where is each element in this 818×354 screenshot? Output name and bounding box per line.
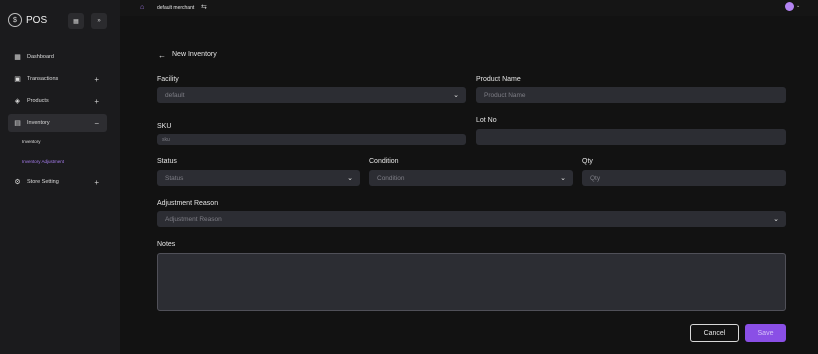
sidebar-item-transactions[interactable]: ▣ Transactions + [8,70,107,88]
collapse-icon[interactable]: − [94,119,99,128]
sku-label: SKU [157,123,172,130]
facility-value: default [165,91,185,99]
brand: $ POS [8,13,47,27]
status-select[interactable]: Status ⌄ [157,170,360,186]
avatar[interactable] [785,2,794,11]
chevron-down-icon: ⌄ [560,175,566,182]
adjustment-reason-select[interactable]: Adjustment Reason ⌄ [157,211,786,227]
transactions-icon: ▣ [14,75,21,83]
back-arrow-icon[interactable]: ← [158,51,166,60]
facility-label: Facility [157,76,179,83]
condition-label: Condition [369,158,399,165]
sidebar-item-label: Products [27,98,49,104]
page-title: New Inventory [172,51,217,58]
condition-select[interactable]: Condition ⌄ [369,170,573,186]
merchant-name[interactable]: default merchant [157,5,194,11]
save-button[interactable]: Save [745,324,786,342]
condition-placeholder: Condition [377,174,405,182]
product-name-placeholder: Product Name [484,91,526,99]
inventory-icon: ▤ [14,119,21,127]
adjustment-reason-label: Adjustment Reason [157,200,219,207]
switch-merchant-icon[interactable]: ⇆ [201,3,207,11]
chevron-down-icon: ⌄ [773,216,779,223]
facility-select[interactable]: default ⌄ [157,87,466,103]
top-bar: ⌂ default merchant ⇆ ⌄ [120,0,818,16]
status-label: Status [157,158,177,165]
sidebar: $ POS ▦ » ▦ Dashboard ▣ Transactions + ◈… [0,0,120,354]
gear-icon: ⚙ [14,178,21,186]
qty-input[interactable]: Qty [582,170,786,186]
home-icon[interactable]: ⌂ [140,4,144,11]
product-name-label: Product Name [476,76,521,83]
pos-logo-icon: $ [8,13,22,27]
sidebar-item-label: Transactions [27,76,59,82]
chevron-down-icon: ⌄ [453,92,459,99]
notes-label: Notes [157,241,176,248]
collapse-sidebar-icon[interactable]: » [91,13,107,29]
notes-textarea[interactable] [157,253,786,311]
sku-input[interactable]: sku [157,134,466,145]
tag-icon: ◈ [14,97,21,105]
sidebar-item-inventory[interactable]: ▤ Inventory − [8,114,107,132]
sku-placeholder: sku [162,136,170,143]
lot-no-input[interactable] [476,129,786,145]
sidebar-item-store-setting[interactable]: ⚙ Store Setting + [8,173,107,191]
app-name: POS [26,14,48,26]
cancel-button[interactable]: Cancel [690,324,739,342]
expand-icon[interactable]: + [94,178,99,187]
sidebar-item-label: Store Setting [27,179,59,185]
grid-view-icon[interactable]: ▦ [68,13,84,29]
sidebar-subitem-inventory[interactable]: Inventory [22,139,41,144]
status-placeholder: Status [165,174,184,182]
sidebar-item-label: Dashboard [27,54,54,60]
chevron-down-icon[interactable]: ⌄ [796,3,800,9]
sidebar-item-products[interactable]: ◈ Products + [8,92,107,110]
chevron-down-icon: ⌄ [347,175,353,182]
adjustment-reason-placeholder: Adjustment Reason [165,215,222,223]
dashboard-icon: ▦ [14,53,21,61]
expand-icon[interactable]: + [94,75,99,84]
lot-no-label: Lot No [476,117,497,124]
sidebar-subitem-inventory-adjustment[interactable]: Inventory Adjustment [22,159,64,164]
product-name-input[interactable]: Product Name [476,87,786,103]
expand-icon[interactable]: + [94,97,99,106]
qty-label: Qty [582,158,593,165]
sidebar-item-label: Inventory [27,120,50,126]
qty-placeholder: Qty [590,174,601,182]
sidebar-item-dashboard[interactable]: ▦ Dashboard [8,48,107,66]
